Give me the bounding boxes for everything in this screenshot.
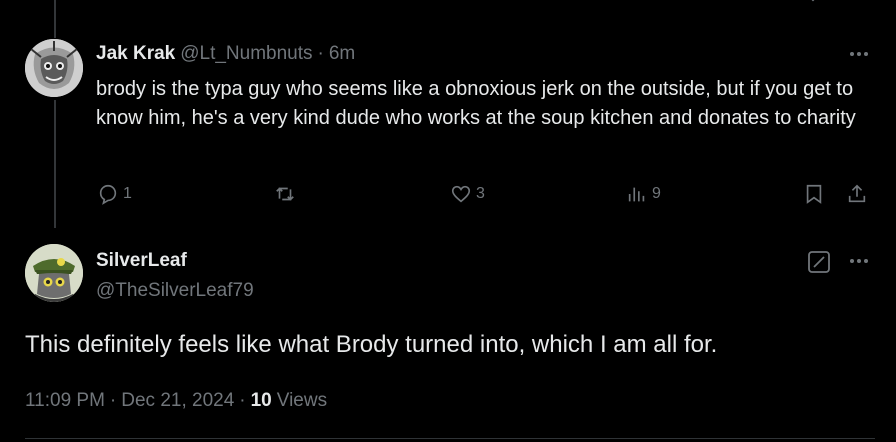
views-count: 10: [250, 390, 272, 411]
tweet-time[interactable]: 11:09 PM: [25, 390, 105, 412]
reply-text: brody is the typa guy who seems like a o…: [96, 78, 856, 129]
timestamp[interactable]: 6m: [329, 43, 355, 65]
edit-icon[interactable]: [806, 249, 832, 275]
tweet-meta: 11:09 PM · Dec 21, 2024 · 10 Views: [25, 390, 327, 412]
thread-line: [54, 0, 56, 38]
author-handle[interactable]: @TheSilverLeaf79: [96, 280, 254, 302]
tweet-thread: Jak Krak @Lt_Numbnuts · 6m brody is the …: [0, 0, 896, 442]
tweet-date[interactable]: Dec 21, 2024: [121, 390, 234, 412]
share-icon: [848, 184, 866, 203]
reply-header: Jak Krak @Lt_Numbnuts · 6m: [96, 43, 355, 67]
share-icon[interactable]: [803, 0, 823, 4]
repost-button[interactable]: [274, 182, 300, 206]
share-button[interactable]: [846, 182, 868, 206]
divider: [25, 438, 875, 439]
like-count: 3: [476, 185, 485, 202]
author-name[interactable]: Jak Krak: [96, 43, 175, 65]
separator: ·: [109, 390, 117, 411]
like-icon: [451, 185, 471, 203]
views-label: Views: [276, 390, 328, 411]
reply-icon: [99, 184, 117, 205]
views-button[interactable]: 9: [626, 182, 661, 206]
views-count: 9: [652, 185, 661, 202]
views-icon: [628, 187, 645, 202]
avatar[interactable]: [25, 244, 83, 302]
reply-count: 1: [123, 185, 132, 202]
bookmark-button[interactable]: [803, 182, 825, 206]
repost-icon: [276, 187, 294, 201]
reply-button[interactable]: 1: [97, 182, 132, 206]
author-name[interactable]: SilverLeaf: [96, 250, 187, 272]
more-icon[interactable]: [848, 257, 870, 265]
more-icon[interactable]: [848, 50, 870, 58]
author-handle[interactable]: @Lt_Numbnuts: [180, 43, 312, 65]
separator: ·: [239, 390, 246, 411]
like-button[interactable]: 3: [450, 182, 485, 206]
thread-line: [54, 100, 56, 228]
separator: ·: [317, 43, 324, 64]
tweet-text: This definitely feels like what Brody tu…: [25, 331, 718, 358]
avatar[interactable]: [25, 39, 83, 97]
bookmark-icon: [806, 184, 822, 204]
